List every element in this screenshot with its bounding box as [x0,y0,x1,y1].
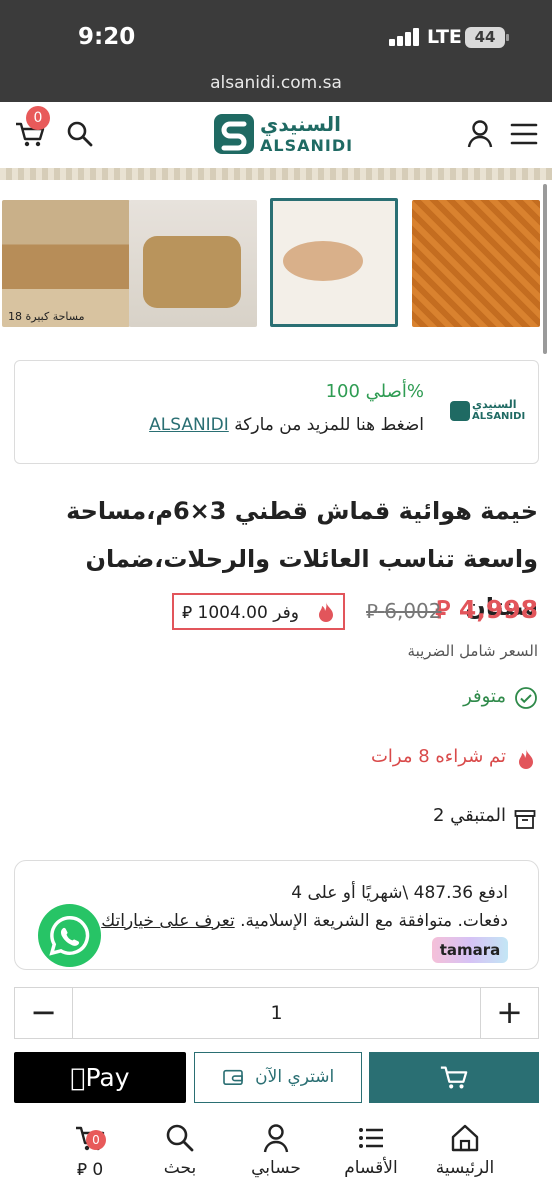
tamara-learn-link[interactable]: تعرف على خياراتك [101,911,235,931]
nav-account[interactable]: حسابي [241,1118,311,1188]
authentic-brand-card[interactable]: أصلي 100% اضغط هنا للمزيد من ماركة ALSAN… [14,360,539,464]
bottom-navigation: الرئيسية الأقسام حسابي بحث 0 ⃁ 0 [0,1118,552,1196]
authentic-desc-text: اضغط هنا للمزيد من ماركة [234,415,424,435]
apple-pay-label: Pay [77,1063,129,1092]
decorative-strip [0,168,552,180]
buy-now-button[interactable]: اشتري الآن [194,1052,362,1103]
nav-home[interactable]: الرئيسية [430,1118,500,1188]
search-icon [166,1124,194,1152]
add-to-cart-button[interactable] [369,1052,539,1103]
tamara-line1: ادفع 487.36 \شهريًا أو على 4 [291,883,508,903]
status-time: 9:20 [78,24,136,50]
cart-total-value: 0 [92,1160,104,1180]
tamara-desc: دفعات. متوافقة مع الشريعة الإسلامية. [240,911,508,931]
purchased-count: تم شراءه 8 مرات [370,746,506,767]
wallet-icon [222,1069,243,1086]
cart-count-badge: 0 [26,106,50,130]
cart-icon [440,1066,468,1089]
availability-text: متوفر [463,686,506,707]
home-icon [451,1124,479,1152]
thumb-caption: مساحة كبيرة 18 [8,310,85,323]
old-price-value: 6,002 [384,599,442,623]
nav-search-label: بحث [163,1158,197,1178]
tent-bag-image [143,236,241,308]
riyal-icon: ⃁ [76,1160,87,1180]
apple-pay-button[interactable]: Pay [14,1052,186,1103]
product-gallery: مساحة كبيرة 18 [0,196,552,330]
site-header: السنيدي ALSANIDI [0,102,552,168]
fire-icon [319,602,333,622]
gallery-thumb-tent-desert[interactable]: مساحة كبيرة 18 [2,200,130,327]
savings-value: وفر 1004.00 [197,603,299,623]
riyal-icon: ⃁ [182,603,193,623]
quantity-increase-button[interactable]: + [480,988,538,1038]
status-bar: 9:20 LTE 44 [0,0,552,70]
authentic-title: أصلي 100% [325,381,424,402]
logo-text-ar: السنيدي [472,398,517,411]
url-bar[interactable]: alsanidi.com.sa [0,70,552,102]
whatsapp-button[interactable] [38,904,101,967]
nav-categories[interactable]: الأقسام [336,1118,406,1188]
brand-logo-small: السنيدي ALSANIDI [450,398,525,425]
gallery-thumb-tent-interior[interactable] [412,200,540,327]
brand-logo[interactable]: السنيدي ALSANIDI [214,112,354,158]
remaining-stock: المتبقي 2 [432,805,506,826]
quantity-decrease-button[interactable]: − [15,988,73,1038]
nav-home-label: الرئيسية [435,1158,495,1178]
nav-account-label: حسابي [251,1158,301,1178]
nav-cart-total: ⃁ 0 [60,1158,120,1180]
authentic-description: اضغط هنا للمزيد من ماركة ALSANIDI [149,415,424,435]
user-icon [263,1124,289,1153]
logo-text-en: ALSANIDI [260,136,354,155]
nav-cart[interactable]: 0 ⃁ 0 [60,1118,120,1188]
fabric-diagram-image [283,241,363,281]
nav-search[interactable]: بحث [145,1118,215,1188]
current-price: 4,998 ⃁ [435,593,538,625]
gallery-thumb-fabric-diagram[interactable] [270,198,398,327]
whatsapp-icon [49,916,90,956]
gallery-thumb-bag[interactable] [129,200,257,327]
buy-now-label: اشتري الآن [255,1067,335,1087]
menu-icon[interactable] [510,122,538,146]
nav-categories-label: الأقسام [344,1158,398,1178]
logo-text-en: ALSANIDI [472,411,526,422]
brand-link[interactable]: ALSANIDI [149,415,229,435]
nav-cart-badge: 0 [86,1130,106,1150]
list-icon [359,1128,383,1148]
savings-text: وفر 1004.00 ⃁ [182,601,299,623]
page-scrollbar[interactable] [543,184,547,354]
signal-icon [389,28,421,46]
search-icon[interactable] [66,120,94,148]
tamara-line2: دفعات. متوافقة مع الشريعة الإسلامية. تعر… [101,911,508,931]
logo-mark-icon [214,114,254,154]
tax-note: السعر شامل الضريبة [407,642,538,660]
tamara-logo: tamara [432,937,508,963]
logo-text-ar: السنيدي [260,112,341,136]
quantity-stepper: − 1 + [14,987,539,1039]
apple-icon:  [70,1063,85,1092]
box-icon [514,810,536,829]
fire-icon [519,749,533,769]
check-circle-icon [515,687,537,709]
user-icon[interactable] [466,119,494,149]
network-label: LTE [427,26,462,48]
riyal-icon: ⃁ [366,599,378,623]
battery-icon: 44 [465,27,509,48]
savings-badge: وفر 1004.00 ⃁ [172,593,345,630]
quantity-input[interactable]: 1 [73,988,480,1038]
old-price: ⃁ 6,002 [366,598,442,624]
logo-mark-icon [450,401,470,421]
price-value: 4,998 [458,595,538,624]
